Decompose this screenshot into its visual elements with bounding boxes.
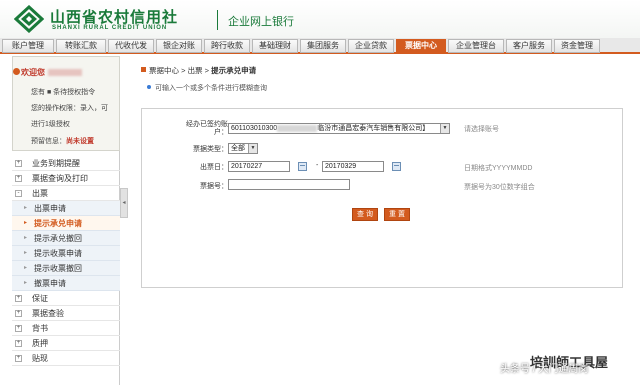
date-range-separator: - [316, 162, 319, 169]
redacted-username [48, 69, 82, 77]
account-label: 经办已签约账 户： [186, 121, 228, 136]
header-divider [217, 10, 218, 30]
menu-item-guarantee[interactable]: + 保证 [12, 291, 120, 306]
user-icon [13, 68, 20, 75]
query-button[interactable]: 查 询 [352, 208, 378, 221]
pending-auth-text[interactable]: 您有 ■ 条待授权指令 [31, 87, 95, 97]
query-form: 经办已签约账 户： 601103010300 临汾市通昌宏泰汽车销售有限公司】 ▼ … [141, 108, 623, 288]
breadcrumb-marker-icon [141, 67, 146, 72]
collapse-icon: - [15, 190, 22, 197]
sidebar: 欢迎您 您有 ■ 条待授权指令 您的操作权限：录入，可 进行1级授权 预留信息：… [12, 56, 120, 385]
tab-customer-service[interactable]: 客户服务 [506, 39, 552, 53]
query-hint: 可输入一个或多个条件进行模糊查询 [147, 83, 267, 93]
tab-loans[interactable]: 企业贷款 [348, 39, 394, 53]
bank-logo-icon [14, 5, 44, 33]
sidebar-collapse-handle[interactable]: ◂ [120, 188, 128, 218]
bill-type-label: 票据类型： [193, 146, 228, 153]
submenu-receive-apply[interactable]: ▸ 提示收票申请 [12, 246, 120, 261]
submenu-acceptance-apply[interactable]: ▸ 提示承兑申请 [12, 216, 120, 231]
reserved-info-link[interactable]: 尚未设置 [66, 138, 94, 145]
calendar-icon[interactable] [392, 162, 401, 171]
bank-name: 山西省农村信用社 [50, 8, 179, 26]
auth-level-text: 进行1级授权 [31, 121, 70, 128]
expand-icon: + [15, 325, 22, 332]
system-name: 企业网上银行 [228, 16, 294, 28]
expand-icon: + [15, 355, 22, 362]
reset-button[interactable]: 重 置 [384, 208, 410, 221]
main-content: 票据中心 > 出票 > 提示承兑申请 可输入一个或多个条件进行模糊查询 经办已签… [131, 58, 631, 385]
tab-reconciliation[interactable]: 银企对账 [156, 39, 202, 53]
menu-item-due-reminder[interactable]: + 业务到期提醒 [12, 156, 120, 171]
expand-icon: + [15, 175, 22, 182]
bill-type-select[interactable]: 全部 ▼ [228, 143, 258, 154]
info-dot-icon [147, 85, 151, 89]
redacted-account [277, 124, 318, 132]
arrow-right-icon: ▸ [24, 235, 28, 241]
reserved-info: 预留信息：尚未设置 [31, 138, 94, 145]
account-note: 请选择账号 [464, 126, 499, 133]
menu-item-endorse[interactable]: + 背书 [12, 321, 120, 336]
bill-no-input[interactable] [228, 179, 350, 190]
submenu-cancel-apply[interactable]: ▸ 撤票申请 [12, 276, 120, 291]
bill-no-note: 票据号为30位数字组合 [464, 184, 535, 191]
menu-item-pledge[interactable]: + 质押 [12, 336, 120, 351]
submenu-receive-withdraw[interactable]: ▸ 提示收票撤回 [12, 261, 120, 276]
expand-icon: + [15, 340, 22, 347]
issue-date-from-input[interactable]: 20170227 [228, 161, 290, 172]
main-nav: 账户管理 转账汇款 代收代发 银企对账 跨行收款 基础理财 集团服务 企业贷款 … [0, 38, 640, 54]
menu-item-issue[interactable]: - 出票 [12, 186, 120, 201]
tab-group-service[interactable]: 集团服务 [300, 39, 346, 53]
permission-text: 您的操作权限：录入，可 [31, 105, 108, 112]
arrow-right-icon: ▸ [24, 220, 28, 226]
dropdown-arrow-icon: ▼ [248, 144, 257, 153]
dropdown-arrow-icon: ▼ [440, 124, 449, 133]
menu-item-discount[interactable]: + 贴现 [12, 351, 120, 366]
breadcrumb: 票据中心 > 出票 > 提示承兑申请 [141, 65, 256, 76]
tab-transfer[interactable]: 转账汇款 [56, 39, 106, 53]
arrow-right-icon: ▸ [24, 205, 28, 211]
expand-icon: + [15, 310, 22, 317]
expand-icon: + [15, 160, 22, 167]
welcome-panel: 欢迎您 您有 ■ 条待授权指令 您的操作权限：录入，可 进行1级授权 预留信息：… [12, 56, 120, 151]
tab-collect-pay[interactable]: 代收代发 [108, 39, 154, 53]
issue-date-label: 出票日： [200, 164, 228, 171]
tab-wealth[interactable]: 基础理财 [252, 39, 298, 53]
tab-bill-center[interactable]: 票据中心 [396, 39, 446, 53]
sidebar-menu: + 业务到期提醒 + 票据查询及打印 - 出票 ▸ 出票申请 ▸ 提示承兑申请 ▸ 提示承兑… [12, 156, 120, 366]
arrow-right-icon: ▸ [24, 265, 28, 271]
tab-interbank-collect[interactable]: 跨行收款 [204, 39, 250, 53]
menu-item-verify[interactable]: + 票据查验 [12, 306, 120, 321]
submenu-issue-apply[interactable]: ▸ 出票申请 [12, 201, 120, 216]
tab-fund-management[interactable]: 资金管理 [554, 39, 600, 53]
issue-date-to-input[interactable]: 20170329 [322, 161, 384, 172]
menu-item-bill-query[interactable]: + 票据查询及打印 [12, 171, 120, 186]
arrow-right-icon: ▸ [24, 280, 28, 286]
date-format-note: 日期格式YYYYMMDD [464, 165, 533, 172]
tab-enterprise-admin[interactable]: 企业管理台 [448, 39, 504, 53]
arrow-right-icon: ▸ [24, 250, 28, 256]
header: 山西省农村信用社 SHANXI RURAL CREDIT UNION 企业网上银… [0, 0, 640, 38]
bill-no-label: 票据号： [200, 183, 228, 190]
tab-account-management[interactable]: 账户管理 [2, 39, 54, 53]
breadcrumb-current: 提示承兑申请 [211, 66, 257, 75]
welcome-greeting: 欢迎您 [21, 67, 82, 78]
account-select[interactable]: 601103010300 临汾市通昌宏泰汽车销售有限公司】 ▼ [228, 123, 450, 134]
submenu-acceptance-withdraw[interactable]: ▸ 提示承兑撤回 [12, 231, 120, 246]
expand-icon: + [15, 295, 22, 302]
calendar-icon[interactable] [298, 162, 307, 171]
bank-name-en: SHANXI RURAL CREDIT UNION [52, 25, 168, 31]
watermark-source: 头条号 / 大门通周岗 [500, 364, 589, 375]
